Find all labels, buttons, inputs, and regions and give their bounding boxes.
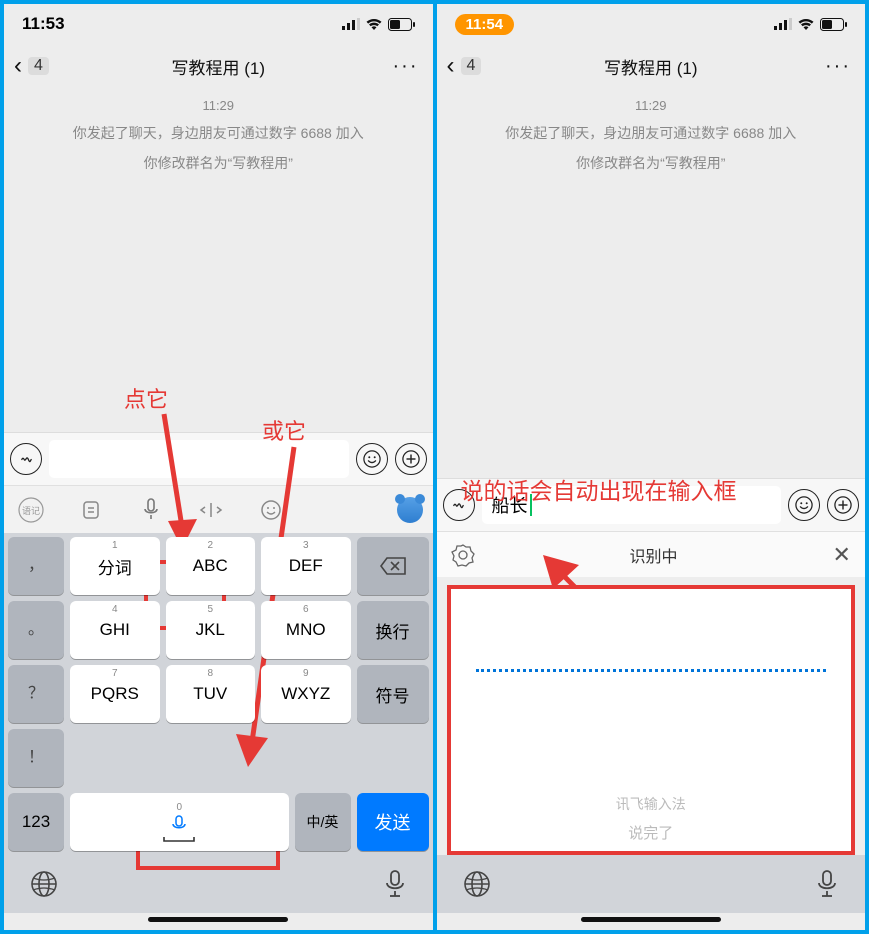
key-punct-excl[interactable]: ！: [8, 729, 64, 787]
wifi-icon: [797, 18, 815, 31]
back-button[interactable]: ‹ 4: [447, 52, 482, 80]
close-button[interactable]: ✕: [833, 542, 851, 568]
message-area: 11:29 你发起了聊天，身边朋友可通过数字 6688 加入 你修改群名为“写教…: [437, 88, 866, 478]
status-icons-group: [342, 18, 415, 31]
plus-button[interactable]: [827, 489, 859, 521]
key-send[interactable]: 发送: [357, 793, 429, 851]
globe-icon[interactable]: [30, 870, 58, 898]
emoji-button[interactable]: [788, 489, 820, 521]
voice-panel-header: 识别中 ✕: [437, 531, 866, 577]
key-2[interactable]: 2ABC: [166, 537, 256, 595]
system-time: 11:29: [635, 98, 667, 113]
chevron-left-icon: ‹: [14, 52, 22, 80]
message-input[interactable]: [49, 440, 349, 478]
keyboard-toolbar: 语记: [4, 485, 433, 533]
waveform-placeholder: [476, 669, 826, 672]
more-button[interactable]: ···: [389, 55, 423, 78]
right-screenshot: 11:54 ‹ 4 写教程用 (1) ··· 11:29 你发起了聊天，身边朋友…: [437, 4, 866, 930]
key-4[interactable]: 4GHI: [70, 601, 160, 659]
home-indicator: [148, 917, 288, 922]
key-5[interactable]: 5JKL: [166, 601, 256, 659]
status-time: 11:53: [22, 14, 65, 34]
voice-toggle-button[interactable]: [10, 443, 42, 475]
nav-bar: ‹ 4 写教程用 (1) ···: [437, 44, 866, 88]
key-6[interactable]: 6MNO: [261, 601, 351, 659]
battery-icon: [820, 18, 847, 31]
toolbar-cursor-button[interactable]: [194, 493, 228, 527]
system-msg: 你修改群名为“写教程用”: [576, 153, 725, 173]
assistant-avatar-icon[interactable]: [397, 497, 423, 523]
chat-title: 写教程用 (1): [437, 54, 866, 79]
chat-input-bar: [4, 432, 433, 485]
message-input[interactable]: 船长: [482, 486, 782, 524]
key-punct-comma[interactable]: ，: [8, 537, 64, 595]
left-screenshot: 11:53 ‹ 4 写教程用 (1) ··· 11:29 你发起了聊天，身边朋友…: [4, 4, 437, 930]
voice-done-hint: 说完了: [628, 822, 673, 843]
globe-icon[interactable]: [463, 870, 491, 898]
chevron-left-icon: ‹: [447, 52, 455, 80]
cellular-icon: [774, 18, 792, 30]
input-text: 船长: [492, 492, 528, 518]
key-7[interactable]: 7PQRS: [70, 665, 160, 723]
system-msg: 你发起了聊天，身边朋友可通过数字 6688 加入: [505, 123, 796, 143]
home-indicator: [581, 917, 721, 922]
key-punct-qmark[interactable]: ？: [8, 665, 64, 723]
status-bar: 11:54: [437, 4, 866, 44]
svg-text:语记: 语记: [22, 506, 40, 516]
back-badge: 4: [28, 57, 49, 75]
cellular-icon: [342, 18, 360, 30]
nav-bar: ‹ 4 写教程用 (1) ···: [4, 44, 433, 88]
key-punct-period[interactable]: 。: [8, 601, 64, 659]
message-area: 11:29 你发起了聊天，身边朋友可通过数字 6688 加入 你修改群名为“写教…: [4, 88, 433, 432]
ime-brand: 讯飞输入法: [616, 794, 686, 814]
t9-keyboard: ， 1分词 2ABC 3DEF 。 4GHI 5JKL 6MNO 换行 ？ 7P…: [4, 533, 433, 855]
key-3[interactable]: 3DEF: [261, 537, 351, 595]
status-icons-group: [774, 18, 847, 31]
battery-icon: [388, 18, 415, 31]
voice-panel-body[interactable]: 讯飞输入法 说完了: [447, 585, 856, 855]
key-9[interactable]: 9WXYZ: [261, 665, 351, 723]
settings-icon[interactable]: [451, 543, 475, 567]
wifi-icon: [365, 18, 383, 31]
voice-toggle-button[interactable]: [443, 489, 475, 521]
key-space-mic[interactable]: 0: [70, 793, 289, 851]
more-button[interactable]: ···: [821, 55, 855, 78]
status-time-pill: 11:54: [455, 14, 515, 35]
emoji-button[interactable]: [356, 443, 388, 475]
key-8[interactable]: 8TUV: [166, 665, 256, 723]
toolbar-voice-badge-button[interactable]: 语记: [14, 493, 48, 527]
back-badge: 4: [461, 57, 482, 75]
text-cursor: [530, 494, 532, 516]
toolbar-emoji-button[interactable]: [254, 493, 288, 527]
toolbar-mic-button[interactable]: [134, 493, 168, 527]
keyboard-footer: [4, 855, 433, 913]
system-time: 11:29: [202, 98, 234, 113]
key-symbols[interactable]: 符号: [357, 665, 429, 723]
mic-icon[interactable]: [383, 869, 407, 899]
key-newline[interactable]: 换行: [357, 601, 429, 659]
system-msg: 你修改群名为“写教程用”: [144, 153, 293, 173]
keyboard-footer: [437, 855, 866, 913]
key-1[interactable]: 1分词: [70, 537, 160, 595]
mic-icon[interactable]: [815, 869, 839, 899]
key-backspace[interactable]: [357, 537, 429, 595]
toolbar-clipboard-button[interactable]: [74, 493, 108, 527]
status-bar: 11:53: [4, 4, 433, 44]
chat-title: 写教程用 (1): [4, 54, 433, 79]
key-lang-toggle[interactable]: 中/英: [295, 793, 351, 851]
system-msg: 你发起了聊天，身边朋友可通过数字 6688 加入: [73, 123, 364, 143]
chat-input-bar: 船长: [437, 478, 866, 531]
plus-button[interactable]: [395, 443, 427, 475]
key-123[interactable]: 123: [8, 793, 64, 851]
voice-status: 识别中: [630, 543, 678, 567]
back-button[interactable]: ‹ 4: [14, 52, 49, 80]
